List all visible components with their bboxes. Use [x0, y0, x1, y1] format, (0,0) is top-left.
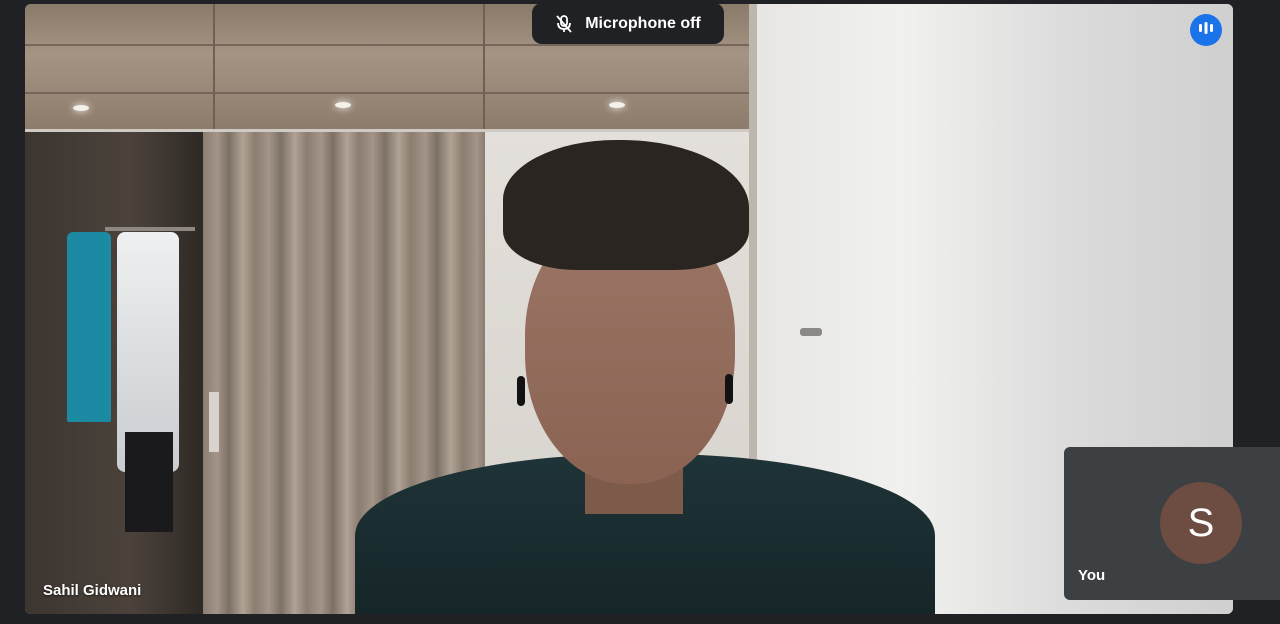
mic-status-label: Microphone off: [585, 14, 701, 32]
mic-off-icon: [555, 14, 573, 34]
self-view-tile[interactable]: S You: [1064, 447, 1280, 600]
avatar: S: [1160, 482, 1242, 564]
microphone-off-banner: Microphone off: [532, 3, 724, 44]
speaking-indicator: [1190, 14, 1222, 46]
main-video-tile[interactable]: Sahil Gidwani: [25, 4, 1233, 614]
self-view-label: You: [1078, 567, 1106, 584]
audio-level-icon: [1198, 21, 1214, 40]
participant-name: Sahil Gidwani: [43, 582, 142, 599]
